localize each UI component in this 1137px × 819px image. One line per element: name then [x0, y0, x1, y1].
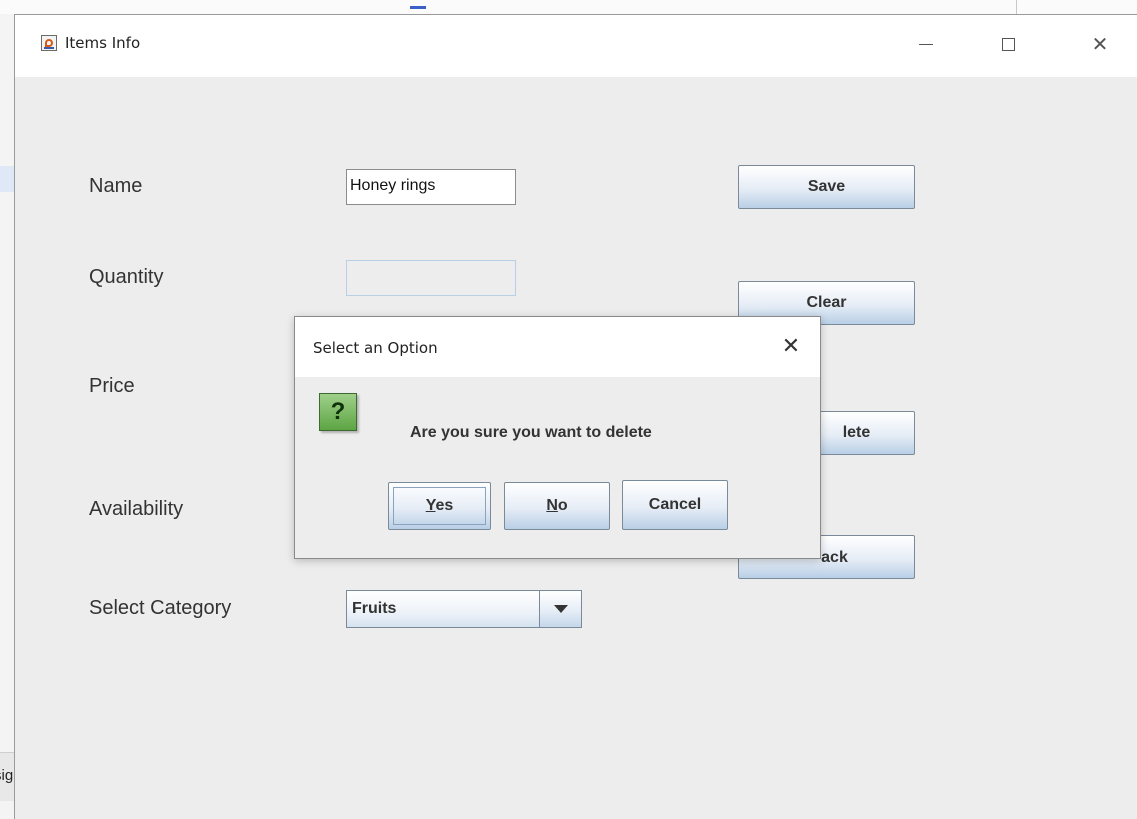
chevron-down-icon[interactable] [539, 591, 581, 627]
background-tab-marker [410, 6, 426, 9]
category-select-value: Fruits [352, 600, 397, 617]
no-button-label: No [546, 497, 568, 514]
cancel-button[interactable]: Cancel [622, 480, 728, 530]
dialog-close-button[interactable]: ✕ [776, 331, 806, 361]
price-label: Price [89, 375, 135, 397]
close-icon: ✕ [781, 333, 801, 359]
minimize-button[interactable] [911, 29, 941, 59]
select-category-label: Select Category [89, 597, 232, 619]
maximize-icon [1001, 37, 1015, 51]
dialog-title: Select an Option [313, 339, 438, 357]
yes-button[interactable]: Yes [388, 482, 491, 530]
background-selected-row [0, 166, 14, 192]
question-icon: ? [319, 393, 357, 431]
no-button[interactable]: No [504, 482, 610, 530]
save-button[interactable]: Save [738, 165, 915, 209]
maximize-button[interactable] [993, 29, 1023, 59]
window-titlebar[interactable]: Items Info ✕ [15, 15, 1137, 77]
dialog-message: Are you sure you want to delete [410, 424, 652, 441]
yes-button-label: Yes [425, 497, 454, 514]
name-field[interactable]: Honey rings [346, 169, 516, 205]
close-icon: ✕ [1091, 32, 1109, 56]
confirm-delete-dialog: Select an Option ✕ ? Are you sure you wa… [294, 316, 821, 559]
screen: sig Items Info ✕ Name Quantity Price Ava… [0, 0, 1137, 819]
quantity-label: Quantity [89, 266, 164, 288]
back-button-label: ack [821, 549, 848, 566]
minimize-icon [919, 43, 933, 45]
background-design-tab[interactable]: sig [0, 752, 14, 801]
name-label: Name [89, 175, 143, 197]
background-ide-left-panel [0, 14, 14, 819]
dialog-titlebar[interactable]: Select an Option ✕ [295, 317, 820, 377]
java-app-icon [41, 35, 57, 51]
background-ide-strip [0, 0, 1137, 14]
delete-button-label: lete [842, 424, 871, 441]
background-design-tab-label: sig [0, 767, 14, 784]
window-title: Items Info [65, 34, 141, 52]
quantity-field[interactable] [346, 260, 516, 296]
background-divider [1016, 0, 1017, 14]
close-button[interactable]: ✕ [1085, 29, 1115, 59]
category-select[interactable]: Fruits [346, 590, 582, 628]
availability-label: Availability [89, 498, 184, 520]
